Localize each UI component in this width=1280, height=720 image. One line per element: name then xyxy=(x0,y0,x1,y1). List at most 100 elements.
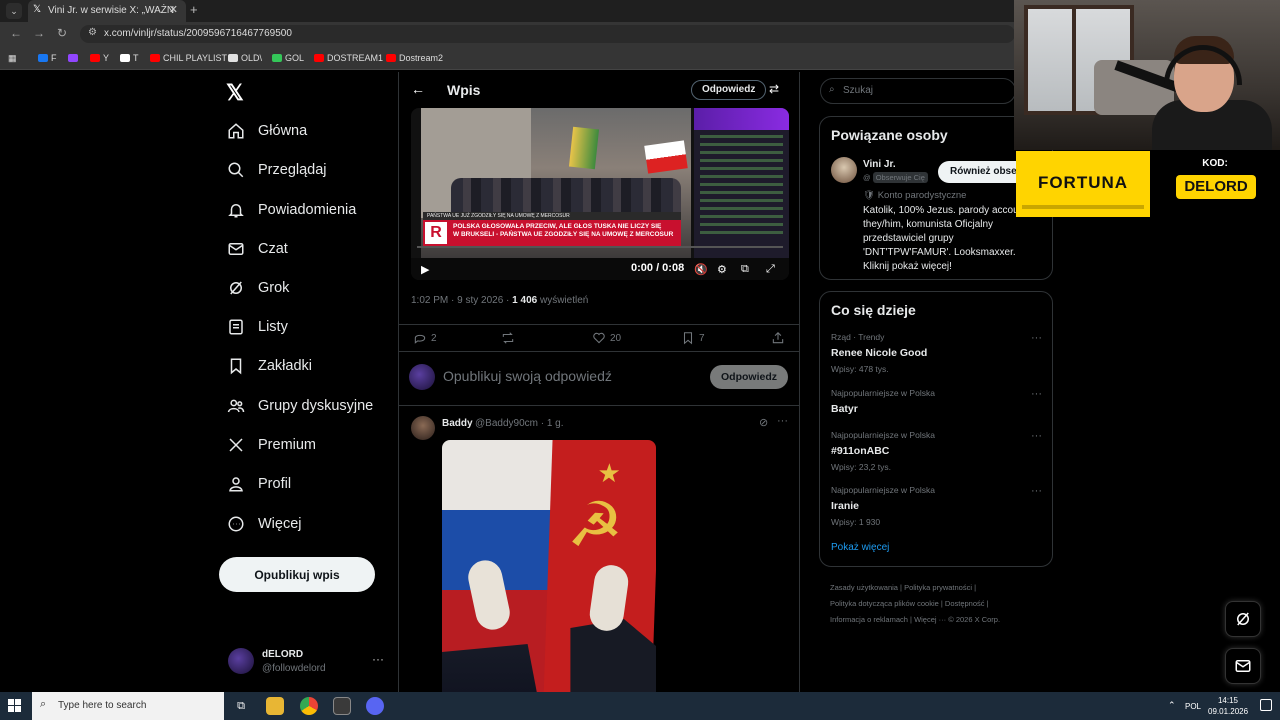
bookmark-item[interactable]: Y xyxy=(90,53,109,63)
trend-item[interactable]: Najpopularniejsze w Polska #911onABC Wpi… xyxy=(831,430,1046,480)
reply-tweet[interactable]: Baddy @Baddy90cm · 1 g. ⊘ ··· ★ ☭ xyxy=(399,408,799,692)
taskbar-search-placeholder: Type here to search xyxy=(58,700,147,711)
grok-floating-button[interactable] xyxy=(1225,601,1261,637)
clock[interactable]: 14:15 09.01.2026 xyxy=(1208,695,1248,717)
show-more-link[interactable]: Pokaż więcej xyxy=(831,542,889,553)
trend-item[interactable]: Rząd · Trendy Renee Nicole Good Wpisy: 4… xyxy=(831,332,1046,382)
site-info-icon[interactable]: ⚙ xyxy=(88,27,97,38)
back-arrow-icon[interactable]: ← xyxy=(411,81,425,97)
x-logo-icon[interactable]: 𝕏 xyxy=(226,80,244,106)
nav-label: Grupy dyskusyjne xyxy=(258,398,374,414)
search-icon xyxy=(226,160,246,180)
obs-icon[interactable] xyxy=(333,697,351,715)
more-dots-icon[interactable]: ··· xyxy=(372,652,384,666)
trend-name: Batyr xyxy=(831,403,858,415)
chevron-up-icon[interactable]: ⌃ xyxy=(1168,700,1176,711)
nav-grok[interactable]: Grok xyxy=(226,275,289,301)
bookmark-action[interactable]: 7 xyxy=(681,331,705,345)
footer-line[interactable]: Zasady użytkowania | Polityka prywatnośc… xyxy=(830,580,1050,596)
nav-communities[interactable]: Grupy dyskusyjne xyxy=(226,393,373,419)
heart-icon xyxy=(593,332,605,344)
reply-submit-button[interactable]: Odpowiedz xyxy=(710,365,788,389)
share-action[interactable] xyxy=(771,331,789,345)
bookmark-item[interactable]: CHIL PLAYLIST xyxy=(150,53,227,63)
reply-image[interactable]: ★ ☭ xyxy=(442,440,656,692)
bookmark-item[interactable]: OLD\ xyxy=(228,53,262,63)
reply-action[interactable]: 2 xyxy=(413,331,437,345)
back-icon[interactable]: ← xyxy=(10,26,22,40)
post-button[interactable]: Opublikuj wpis xyxy=(219,557,375,592)
more-dots-icon[interactable]: ··· xyxy=(777,415,788,427)
pip-icon[interactable]: ⧉ xyxy=(741,263,749,276)
nav-profile[interactable]: Profil xyxy=(226,471,291,497)
bookmark-item[interactable]: T xyxy=(120,53,139,63)
play-icon[interactable]: ▶ xyxy=(421,263,429,276)
bookmark-item[interactable]: Dostream2 xyxy=(386,53,443,63)
bookmark-item[interactable]: GOL xyxy=(272,53,304,63)
video-news-banner: R POLSKA GŁOSOWAŁA PRZECIW, ALE GŁOS TUS… xyxy=(423,220,681,246)
repost-action[interactable] xyxy=(501,331,519,345)
file-explorer-icon[interactable] xyxy=(266,697,284,715)
fullscreen-icon[interactable]: ⤢ xyxy=(766,263,775,276)
account-switcher[interactable]: dELORD @followdelord ··· xyxy=(228,648,388,678)
promo-code-box: KOD: DELORD xyxy=(1150,151,1280,217)
bookmark-icon xyxy=(226,356,246,376)
reply-input[interactable]: Opublikuj swoją odpowiedź xyxy=(443,368,612,384)
avatar[interactable] xyxy=(411,416,435,440)
search-input[interactable]: ⌕ Szukaj xyxy=(820,78,1016,104)
nav-explore[interactable]: Przeglądaj xyxy=(226,157,327,183)
nav-notifications[interactable]: Powiadomienia xyxy=(226,197,356,223)
more-dots-icon[interactable]: ··· xyxy=(1031,332,1042,344)
tab-menu-button[interactable]: ⌄ xyxy=(6,3,22,19)
bookmark-item[interactable] xyxy=(68,53,81,63)
nav-home[interactable]: Główna xyxy=(226,118,307,144)
video-player[interactable]: PAŃSTWA UE JUŻ ZGODZIŁY SIĘ NA UMOWĘ Z M… xyxy=(411,108,789,280)
bookmark-item[interactable]: DOSTREAM1 xyxy=(314,53,383,63)
nav-premium[interactable]: Premium xyxy=(226,432,316,458)
footer-line[interactable]: Polityka dotycząca plików cookie | Dostę… xyxy=(830,596,1050,612)
nav-lists[interactable]: Listy xyxy=(226,314,288,340)
related-name[interactable]: Vini Jr. xyxy=(863,159,896,170)
trend-item[interactable]: Najpopularniejsze w Polska Iranie Wpisy:… xyxy=(831,485,1046,535)
grok-icon[interactable]: ⊘ xyxy=(759,416,768,429)
close-tab-icon[interactable]: ✕ xyxy=(169,3,178,16)
reload-icon[interactable]: ↻ xyxy=(57,26,67,40)
mute-icon[interactable]: 🔇 xyxy=(694,263,708,276)
notification-icon[interactable] xyxy=(1260,699,1272,711)
task-view-icon[interactable]: ⧉ xyxy=(232,697,250,715)
video-progress-bar[interactable] xyxy=(417,246,783,248)
reply-author-name[interactable]: Baddy xyxy=(442,418,473,429)
avatar[interactable] xyxy=(831,157,857,183)
windows-start-icon[interactable] xyxy=(8,699,22,713)
settings-sliders-icon[interactable]: ⇄ xyxy=(769,82,779,96)
bookmark-item[interactable]: F xyxy=(38,53,57,63)
browser-tab[interactable]: 𝕏 Vini Jr. w serwisie X: „WAŻN ✕ xyxy=(28,0,186,22)
card-title: Co się dzieje xyxy=(831,302,916,318)
nav-chat[interactable]: Czat xyxy=(226,236,288,262)
more-dots-icon[interactable]: ··· xyxy=(1031,485,1042,497)
nav-bookmarks[interactable]: Zakładki xyxy=(226,353,312,379)
parody-label: 🛡 Konto parodystyczne xyxy=(863,190,967,201)
chat-line xyxy=(700,215,783,218)
url-field[interactable]: ⚙ x.com/vinljr/status/200959671646776950… xyxy=(80,25,1015,43)
more-dots-icon[interactable]: ··· xyxy=(1031,388,1042,400)
apps-icon[interactable]: ▦ xyxy=(8,53,17,64)
more-dots-icon[interactable]: ··· xyxy=(1031,430,1042,442)
account-name: dELORD xyxy=(262,649,304,660)
language-indicator[interactable]: POL xyxy=(1185,702,1201,711)
footer-line[interactable]: Informacja o reklamach | Więcej ··· © 20… xyxy=(830,612,1050,628)
tweet-timestamp[interactable]: 1:02 PM · 9 sty 2026 · xyxy=(411,295,512,306)
people-icon xyxy=(226,396,246,416)
reply-button-top[interactable]: Odpowiedz xyxy=(691,80,767,100)
new-tab-icon[interactable]: + xyxy=(190,2,198,17)
chrome-icon[interactable] xyxy=(300,697,318,715)
gear-icon[interactable]: ⚙ xyxy=(717,263,727,276)
taskbar-search[interactable]: ⌕ Type here to search xyxy=(32,692,224,720)
like-action[interactable]: 20 xyxy=(592,331,621,345)
nav-label: Przeglądaj xyxy=(258,162,327,178)
chat-header xyxy=(694,108,789,130)
forward-icon[interactable]: → xyxy=(33,26,45,40)
nav-more[interactable]: Więcej xyxy=(226,511,302,537)
discord-icon[interactable] xyxy=(366,697,384,715)
messages-floating-button[interactable] xyxy=(1225,648,1261,684)
